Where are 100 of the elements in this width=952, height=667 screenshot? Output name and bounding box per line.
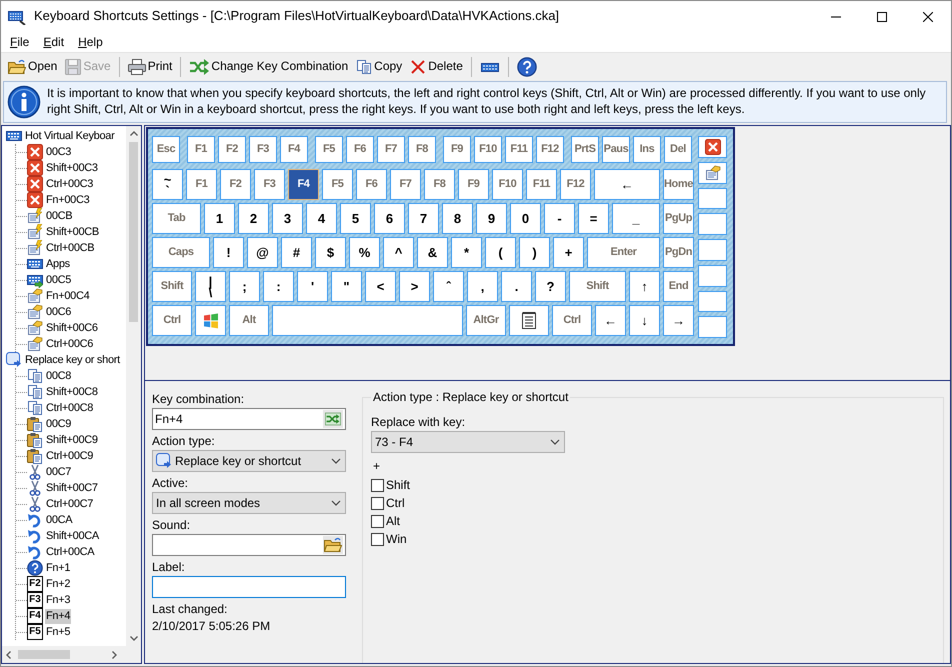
- keyboard-key[interactable]: Ctrl: [552, 305, 592, 336]
- tree-item[interactable]: Fn+5: [45, 624, 72, 640]
- keyboard-key[interactable]: Tab: [152, 203, 201, 234]
- keyboard-key[interactable]: 9: [476, 203, 507, 234]
- keyboard-key[interactable]: AltGr: [466, 305, 506, 336]
- keyboard-key[interactable]: $: [315, 237, 346, 268]
- keyboard-key[interactable]: Paus: [602, 136, 630, 163]
- keyboard-key[interactable]: F10: [474, 136, 502, 163]
- tree-item[interactable]: Fn+4: [45, 608, 72, 624]
- keyboard-key[interactable]: F12: [536, 136, 564, 163]
- tree-item[interactable]: 00C3: [45, 144, 72, 160]
- tree-item[interactable]: Shift+00C8: [45, 384, 99, 400]
- tree-item[interactable]: Shift+00CB: [45, 224, 100, 240]
- tree-item[interactable]: Ctrl+00C6: [45, 336, 94, 352]
- keyboard-key[interactable]: F6: [346, 136, 374, 163]
- tree-item[interactable]: Shift+00C6: [45, 320, 99, 336]
- copy-button[interactable]: Copy: [353, 58, 406, 76]
- keyboard-key[interactable]: 7: [408, 203, 439, 234]
- keyboard-key[interactable]: ,: [467, 271, 498, 302]
- vertical-scrollbar[interactable]: [126, 126, 141, 646]
- space-key[interactable]: [272, 305, 463, 336]
- tree-item[interactable]: Shift+00C9: [45, 432, 99, 448]
- keyboard-key[interactable]: Esc: [152, 136, 180, 163]
- tree-item[interactable]: Fn+2: [45, 576, 72, 592]
- key-combination-field[interactable]: Fn+4: [152, 408, 346, 430]
- keyboard-key[interactable]: Ins: [633, 136, 661, 163]
- keyboard-key[interactable]: >: [399, 271, 430, 302]
- keyboard-key[interactable]: Del: [664, 136, 692, 163]
- replace-key-dropdown[interactable]: 73 - F4: [371, 431, 565, 453]
- tree-item[interactable]: Fn+3: [45, 592, 72, 608]
- tree-item[interactable]: Hot Virtual Keyboar: [24, 128, 116, 144]
- keyboard-key[interactable]: F5: [322, 169, 353, 200]
- horizontal-scrollbar[interactable]: [2, 646, 141, 663]
- tree-item[interactable]: 00C9: [45, 416, 72, 432]
- checkbox[interactable]: [371, 496, 384, 510]
- windows-key[interactable]: [195, 305, 226, 336]
- keyboard-key[interactable]: F9: [443, 136, 471, 163]
- keyboard-key[interactable]: 6: [374, 203, 405, 234]
- keyboard-key[interactable]: F1: [186, 169, 217, 200]
- tree-item[interactable]: Shift+00CA: [45, 528, 100, 544]
- scrollbar-thumb[interactable]: [18, 650, 70, 659]
- print-button[interactable]: Print: [124, 58, 176, 76]
- delete-button[interactable]: [698, 136, 727, 158]
- keyboard-key[interactable]: F8: [408, 136, 436, 163]
- keyboard-key[interactable]: :: [263, 271, 294, 302]
- change-key-combination-button[interactable]: Change Key Combination: [186, 58, 352, 76]
- keyboard-key[interactable]: @: [247, 237, 278, 268]
- keyboard-key[interactable]: Shift: [569, 271, 626, 302]
- keyboard-key[interactable]: Shift: [152, 271, 192, 302]
- keyboard-key[interactable]: ~ `: [152, 169, 183, 200]
- delete-button[interactable]: Delete: [407, 58, 466, 76]
- sound-field[interactable]: [152, 534, 346, 556]
- tree-item[interactable]: Fn+00C4: [45, 288, 90, 304]
- tree-item[interactable]: 00C8: [45, 368, 72, 384]
- keyboard-key[interactable]: Home: [663, 169, 694, 200]
- keyboard-key[interactable]: _: [612, 203, 660, 234]
- open-button[interactable]: Open: [5, 58, 60, 76]
- keyboard-key[interactable]: ': [297, 271, 328, 302]
- tree-item[interactable]: Fn+1: [45, 560, 72, 576]
- keyboard-key[interactable]: ;: [229, 271, 260, 302]
- blank-button[interactable]: [698, 290, 727, 312]
- keyboard-key[interactable]: ): [519, 237, 550, 268]
- keyboard-key[interactable]: F3: [254, 169, 285, 200]
- tree-item[interactable]: 00C5: [45, 272, 72, 288]
- menu-item[interactable]: File: [3, 34, 36, 50]
- keyboard-key[interactable]: Enter: [587, 237, 660, 268]
- label-field[interactable]: [152, 576, 346, 598]
- keyboard-key[interactable]: %: [349, 237, 380, 268]
- keyboard-key[interactable]: F7: [390, 169, 421, 200]
- blank-button[interactable]: [698, 264, 727, 286]
- checkbox[interactable]: [371, 514, 384, 528]
- keyboard-key[interactable]: ←: [594, 169, 660, 200]
- keyboard-key[interactable]: (: [485, 237, 516, 268]
- action-type-dropdown[interactable]: Replace key or shortcut: [152, 450, 346, 472]
- tree-item[interactable]: 00C6: [45, 304, 72, 320]
- keyboard-key[interactable]: 3: [272, 203, 303, 234]
- keyboard-key[interactable]: 5: [340, 203, 371, 234]
- keyboard-key[interactable]: 8: [442, 203, 473, 234]
- keyboard-key[interactable]: =: [578, 203, 609, 234]
- tree-item[interactable]: Ctrl+00C7: [45, 496, 94, 512]
- menu-item[interactable]: Help: [71, 34, 110, 50]
- keyboard-key[interactable]: 2: [238, 203, 269, 234]
- keyboard-key[interactable]: F10: [492, 169, 523, 200]
- scrollbar-thumb[interactable]: [129, 142, 138, 322]
- tree-item[interactable]: Ctrl+00C8: [45, 400, 94, 416]
- keyboard-key[interactable]: ←: [595, 305, 626, 336]
- blank-button[interactable]: [698, 188, 727, 210]
- keyboard-key[interactable]: ˆ: [433, 271, 464, 302]
- keyboard-key[interactable]: F4: [280, 136, 308, 163]
- keyboard-key[interactable]: Alt: [229, 305, 269, 336]
- tree-item[interactable]: Ctrl+00C3: [45, 176, 94, 192]
- properties-button[interactable]: [698, 162, 727, 184]
- tree-item[interactable]: Ctrl+00C9: [45, 448, 94, 464]
- tree-item[interactable]: 00CB: [45, 208, 74, 224]
- keyboard-key[interactable]: ↓: [629, 305, 660, 336]
- tree-item[interactable]: Ctrl+00CA: [45, 544, 96, 560]
- keyboard-key[interactable]: &: [417, 237, 448, 268]
- keyboard-key[interactable]: →: [663, 305, 694, 336]
- checkbox[interactable]: [371, 532, 384, 546]
- keyboard-key[interactable]: | \: [195, 271, 226, 302]
